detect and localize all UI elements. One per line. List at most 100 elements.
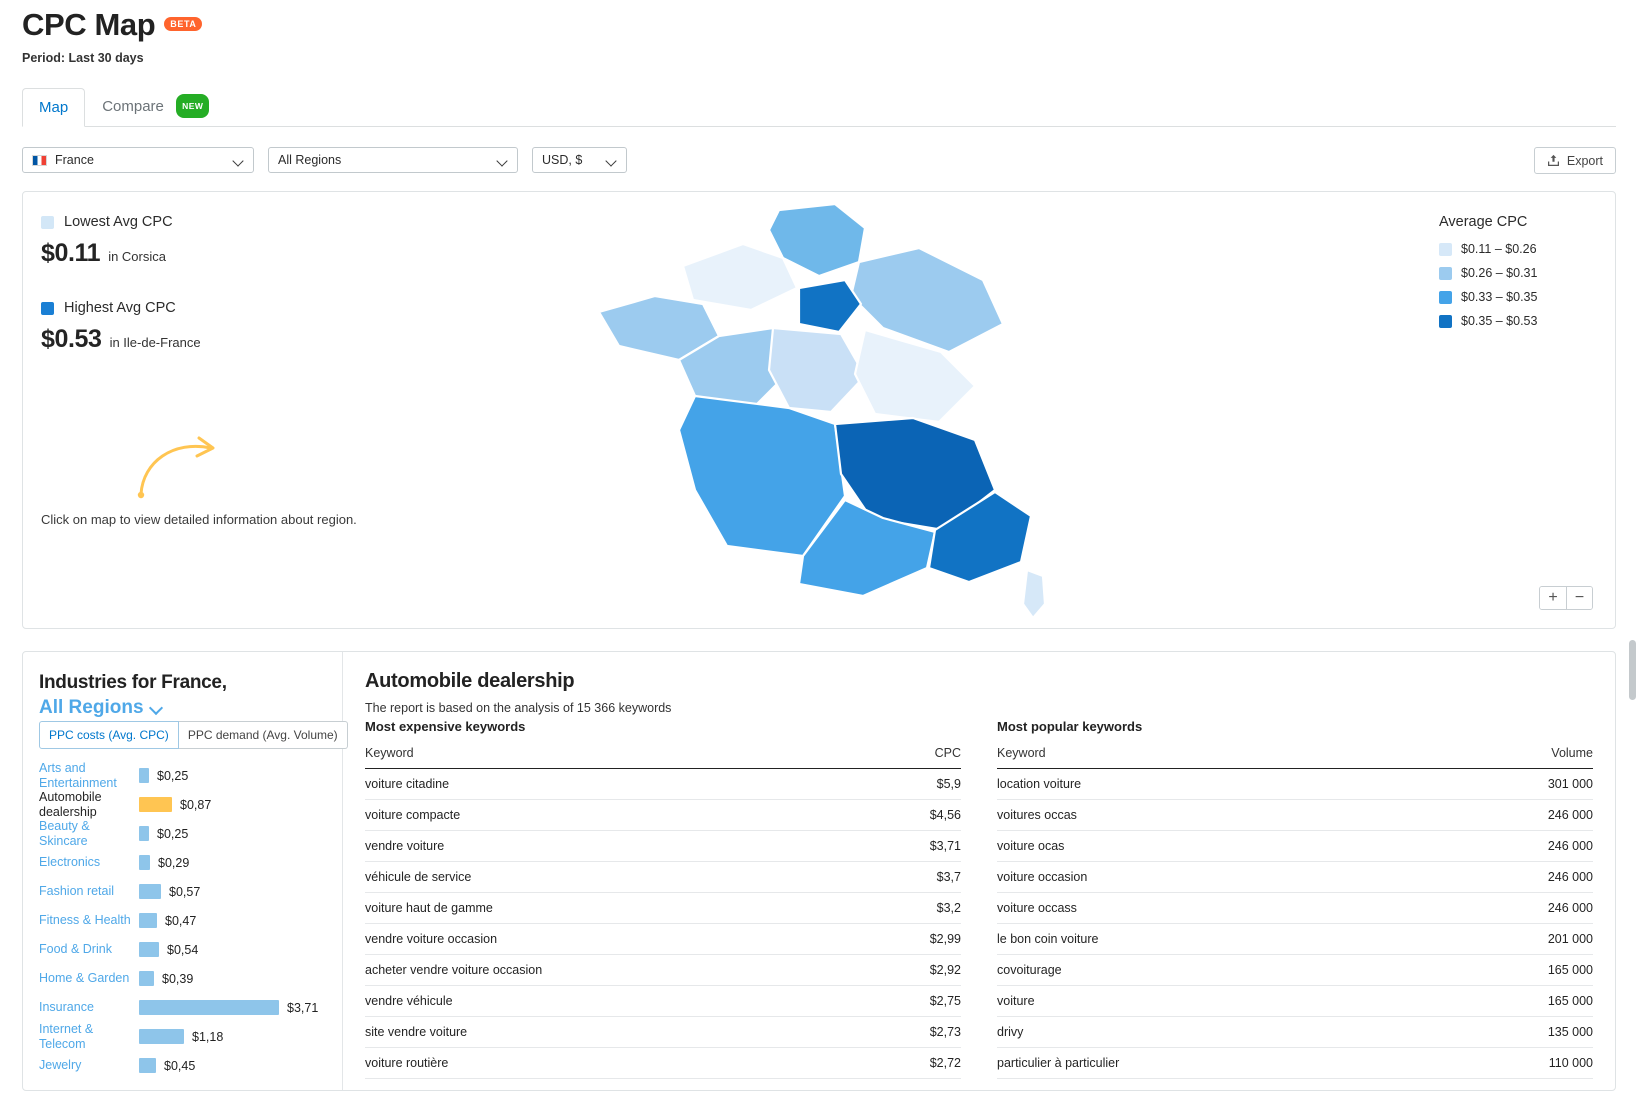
page-title: CPC Map (22, 7, 156, 42)
tab-map[interactable]: Map (22, 88, 86, 127)
zoom-in-button[interactable]: + (1540, 587, 1566, 609)
country-select-value: France (55, 153, 94, 167)
industry-name[interactable]: Jewelry (39, 1058, 139, 1073)
keyword-cell: voiture ocas (997, 830, 1433, 862)
region-corsica[interactable] (1021, 568, 1047, 620)
fr-flag-icon (32, 154, 47, 166)
country-select[interactable]: France (22, 147, 254, 173)
industries-region-label: All Regions (39, 697, 144, 718)
table-row[interactable]: drivy 135 000 (997, 1016, 1593, 1048)
industry-name[interactable]: Insurance (39, 1000, 139, 1015)
france-map[interactable] (583, 200, 1053, 620)
tab-compare[interactable]: Compare NEW (85, 84, 226, 127)
lowest-cpc-value-row: $0.11 in Corsica (41, 239, 371, 268)
region-centre-val-de-loire[interactable] (767, 326, 867, 414)
toggle-ppc-demand[interactable]: PPC demand (Avg. Volume) (178, 721, 348, 749)
industry-name[interactable]: Internet & Telecom (39, 1022, 139, 1052)
table-row[interactable]: vendre véhicule $2,75 (365, 985, 961, 1017)
industry-name[interactable]: Fitness & Health (39, 913, 139, 928)
legend-range: $0.35 – $0.53 (1461, 314, 1538, 328)
industry-bar (139, 942, 159, 957)
title-row: CPC Map BETA (22, 6, 1616, 44)
cpc-cell: $3,7 (871, 861, 961, 893)
volume-cell: 201 000 (1432, 923, 1593, 955)
col-keyword[interactable]: Keyword (997, 746, 1433, 769)
industry-row[interactable]: Jewelry $0,45 (39, 1051, 326, 1080)
table-row[interactable]: voitures occas 246 000 (997, 799, 1593, 831)
industry-name[interactable]: Home & Garden (39, 971, 139, 986)
table-row[interactable]: véhicule de service $3,7 (365, 861, 961, 893)
industry-value: $0,47 (165, 913, 197, 928)
industries-title: Industries for France, (39, 672, 227, 693)
table-row[interactable]: acheter vendre voiture occasion $2,92 (365, 954, 961, 986)
volume-cell: 135 000 (1432, 1016, 1593, 1048)
industry-row[interactable]: Fashion retail $0,57 (39, 877, 326, 906)
pointer-arrow-icon (137, 436, 215, 499)
table-row[interactable]: voiture routière $2,72 (365, 1047, 961, 1079)
industry-value: $0,45 (164, 1058, 196, 1073)
keyword-cell: site vendre voiture (365, 1016, 872, 1048)
industry-row[interactable]: Arts and Entertainment $0,25 (39, 761, 326, 790)
table-row[interactable]: voiture occass 246 000 (997, 892, 1593, 924)
col-volume[interactable]: Volume (1432, 746, 1593, 769)
zoom-out-button[interactable]: − (1566, 587, 1592, 609)
industry-name[interactable]: Food & Drink (39, 942, 139, 957)
table-row[interactable]: le bon coin voiture 201 000 (997, 923, 1593, 955)
legend-row: $0.33 – $0.35 (1439, 290, 1589, 304)
map-legend: Average CPC $0.11 – $0.26 $0.26 – $0.31 … (1439, 214, 1589, 338)
beta-badge: BETA (164, 17, 202, 31)
toggle-ppc-costs[interactable]: PPC costs (Avg. CPC) (39, 721, 179, 749)
table-row[interactable]: voiture ocas 246 000 (997, 830, 1593, 862)
cpc-cell: $3,2 (871, 892, 961, 924)
popular-keywords-block: Most popular keywords Keyword Volume loc… (997, 719, 1593, 1079)
region-select[interactable]: All Regions (268, 147, 518, 173)
export-button[interactable]: Export (1533, 147, 1616, 174)
table-row[interactable]: vendre voiture occasion $2,99 (365, 923, 961, 955)
table-row[interactable]: voiture 165 000 (997, 985, 1593, 1017)
tab-compare-label: Compare (102, 98, 164, 115)
industry-row[interactable]: Internet & Telecom $1,18 (39, 1022, 326, 1051)
page-scrollbar[interactable] (1629, 640, 1636, 700)
keyword-cell: vendre voiture occasion (365, 923, 872, 955)
industry-name[interactable]: Fashion retail (39, 884, 139, 899)
industry-name[interactable]: Beauty & Skincare (39, 819, 139, 849)
industry-row[interactable]: Automobile dealership $0,87 (39, 790, 326, 819)
highest-swatch (41, 301, 54, 315)
industries-region-link[interactable]: All Regions (39, 697, 326, 719)
table-row[interactable]: voiture occasion 246 000 (997, 861, 1593, 893)
table-row[interactable]: particulier à particulier 110 000 (997, 1047, 1593, 1079)
industry-name[interactable]: Arts and Entertainment (39, 761, 139, 791)
volume-cell: 110 000 (1432, 1047, 1593, 1079)
industries-bar-chart: Arts and Entertainment $0,25 Automobile de… (39, 761, 326, 1080)
table-row[interactable]: voiture citadine $5,9 (365, 768, 961, 800)
industry-row[interactable]: Electronics $0,29 (39, 848, 326, 877)
table-row[interactable]: voiture compacte $4,56 (365, 799, 961, 831)
period-label: Period: Last 30 days (22, 51, 144, 65)
col-keyword[interactable]: Keyword (365, 746, 872, 769)
table-row[interactable]: vendre voiture $3,71 (365, 830, 961, 862)
highest-cpc-value-row: $0.53 in Ile-de-France (41, 325, 371, 354)
table-row[interactable]: covoiturage 165 000 (997, 954, 1593, 986)
highest-cpc-row: Highest Avg CPC (41, 300, 371, 316)
industry-row[interactable]: Fitness & Health $0,47 (39, 906, 326, 935)
currency-select[interactable]: USD, $ (532, 147, 627, 173)
legend-range: $0.26 – $0.31 (1461, 266, 1538, 280)
france-map-svg[interactable] (583, 200, 1053, 620)
region-ile-de-france[interactable] (797, 278, 863, 334)
legend-swatch (1439, 266, 1452, 280)
industry-row[interactable]: Beauty & Skincare $0,25 (39, 819, 326, 848)
industry-value: $1,18 (192, 1029, 224, 1044)
industry-row[interactable]: Insurance $3,71 (39, 993, 326, 1022)
table-row[interactable]: location voiture 301 000 (997, 768, 1593, 800)
table-row[interactable]: site vendre voiture $2,73 (365, 1016, 961, 1048)
expensive-keywords-block: Most expensive keywords Keyword CPC voit… (365, 719, 961, 1079)
industry-row[interactable]: Home & Garden $0,39 (39, 964, 326, 993)
table-row[interactable]: voiture haut de gamme $3,2 (365, 892, 961, 924)
industry-value: $0,25 (157, 826, 189, 841)
bottom-panel: Industries for France, All Regions PPC c… (22, 651, 1616, 1091)
industry-row[interactable]: Food & Drink $0,54 (39, 935, 326, 964)
table-header-row: Keyword Volume (997, 746, 1593, 769)
col-cpc[interactable]: CPC (871, 746, 961, 769)
industry-name[interactable]: Electronics (39, 855, 139, 870)
